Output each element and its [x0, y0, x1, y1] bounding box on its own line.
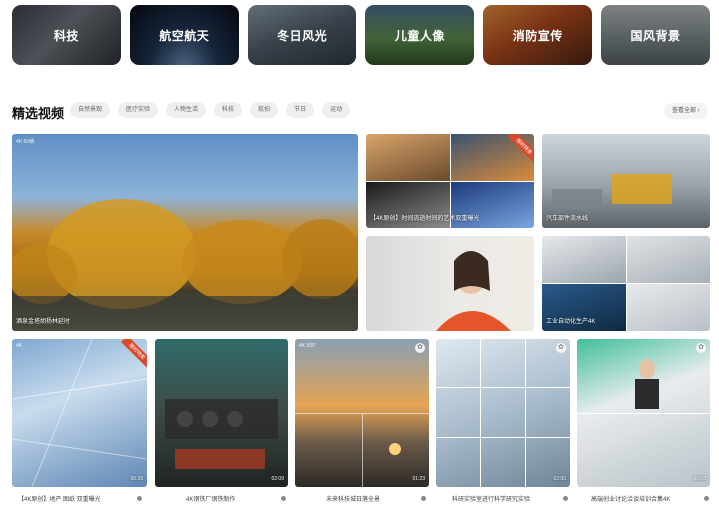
video-card-real-estate[interactable]: 4K 限时特卖 00:39 — [12, 339, 147, 487]
blueprint-image — [12, 339, 147, 487]
filter-tag[interactable]: 航拍 — [250, 102, 279, 118]
video-card-autumn[interactable]: 4K 60帧 酒泉金塔胡杨林延时 — [12, 134, 358, 331]
more-icon[interactable] — [137, 496, 142, 501]
meeting-image — [577, 359, 710, 414]
video-title-row[interactable]: 【4K原创】地产 图纸 双重曝光 — [18, 494, 142, 503]
steel-mill-image — [165, 399, 278, 469]
category-label: 国风背景 — [630, 28, 681, 43]
video-card-steel[interactable]: 02:09 — [155, 339, 288, 487]
category-label: 航空航天 — [159, 28, 210, 43]
autumn-trees-image — [12, 199, 358, 331]
video-card-sunset[interactable]: 4K 50P ✿ 01:23 — [295, 339, 429, 487]
favorite-icon[interactable]: ✿ — [415, 343, 425, 353]
video-caption: 工业自动化生产4K — [546, 319, 596, 325]
video-card-automation[interactable]: 工业自动化生产4K — [542, 236, 710, 331]
category-label: 科技 — [53, 28, 79, 43]
filter-tag[interactable]: 节日 — [286, 102, 315, 118]
category-label: 儿童人像 — [394, 28, 445, 43]
category-tile-winter[interactable]: 冬日风光 — [247, 5, 357, 65]
video-card-art-gate[interactable]: 限时特卖 【4K原创】时间流逝时间的艺术双重曝光 — [366, 134, 534, 228]
more-icon[interactable] — [281, 496, 286, 501]
video-title: 4K钢铁厂钢铁制作 — [186, 497, 236, 503]
favorite-icon[interactable]: ✿ — [556, 343, 566, 353]
see-all-link[interactable]: 查看全部 › — [664, 103, 708, 119]
category-tile-tech[interactable]: 科技 — [12, 5, 121, 65]
category-bar: 科技 航空航天 冬日风光 儿童人像 消防宣传 国风背景 — [12, 5, 710, 65]
category-label: 消防宣传 — [512, 28, 563, 43]
filter-tag[interactable]: 科技 — [214, 102, 243, 118]
video-title: 未来科技城日落全景 — [326, 497, 381, 503]
video-title-row[interactable]: 高端创业讨论洽谈培训合集4K — [591, 494, 709, 503]
category-tile-chinese-style[interactable]: 国风背景 — [601, 5, 710, 65]
category-tile-aerospace[interactable]: 航空航天 — [129, 5, 239, 65]
filter-tag[interactable]: 自然景观 — [70, 102, 111, 118]
filter-tags: 自然景观 医疗实验 人物生活 科技 航拍 节日 运动 — [70, 102, 351, 118]
duration-badge: 00:39 — [130, 476, 143, 482]
video-title-row[interactable]: 科研实验室进行科学研究实验 — [452, 494, 568, 503]
video-caption: 酒泉金塔胡杨林延时 — [16, 319, 71, 325]
resolution-badge: 4K 50P — [299, 343, 316, 349]
video-caption: 【4K原创】时间流逝时间的艺术双重曝光 — [370, 216, 480, 222]
category-tile-fire[interactable]: 消防宣传 — [483, 5, 593, 65]
more-icon[interactable] — [421, 496, 426, 501]
duration-badge: 00:08 — [693, 476, 706, 482]
video-title: 科研实验室进行科学研究实验 — [452, 497, 531, 503]
more-icon[interactable] — [704, 496, 709, 501]
filter-tag[interactable]: 运动 — [322, 102, 351, 118]
video-card-business[interactable]: ✿ 00:08 — [577, 339, 710, 487]
duration-badge: 01:23 — [412, 476, 425, 482]
filter-tag[interactable]: 人物生活 — [166, 102, 207, 118]
lab-image — [436, 339, 570, 487]
duration-badge: 02:09 — [271, 476, 284, 482]
section-title: 精选视频 — [12, 106, 65, 121]
filter-tag[interactable]: 医疗实验 — [118, 102, 159, 118]
favorite-icon[interactable]: ✿ — [696, 343, 706, 353]
video-card-auto-line[interactable]: 汽车部件流水线 — [542, 134, 710, 228]
resolution-badge: 4K — [16, 343, 23, 349]
video-title-row[interactable]: 未来科技城日落全景 — [326, 494, 426, 503]
video-title: 【4K原创】地产 图纸 双重曝光 — [18, 497, 101, 503]
video-card-woman[interactable] — [366, 236, 534, 331]
more-icon[interactable] — [563, 496, 568, 501]
category-label: 冬日风光 — [277, 28, 328, 43]
woman-image — [436, 251, 511, 331]
resolution-badge: 4K 60帧 — [16, 139, 35, 145]
category-tile-children[interactable]: 儿童人像 — [365, 5, 475, 65]
video-title: 高端创业讨论洽谈培训合集4K — [591, 497, 671, 503]
video-title-row[interactable]: 4K钢铁厂钢铁制作 — [186, 494, 286, 503]
video-card-lab[interactable]: ✿ 02:00 — [436, 339, 570, 487]
duration-badge: 02:00 — [553, 476, 566, 482]
video-caption: 汽车部件流水线 — [546, 216, 589, 222]
city-sunset-image — [295, 413, 429, 487]
